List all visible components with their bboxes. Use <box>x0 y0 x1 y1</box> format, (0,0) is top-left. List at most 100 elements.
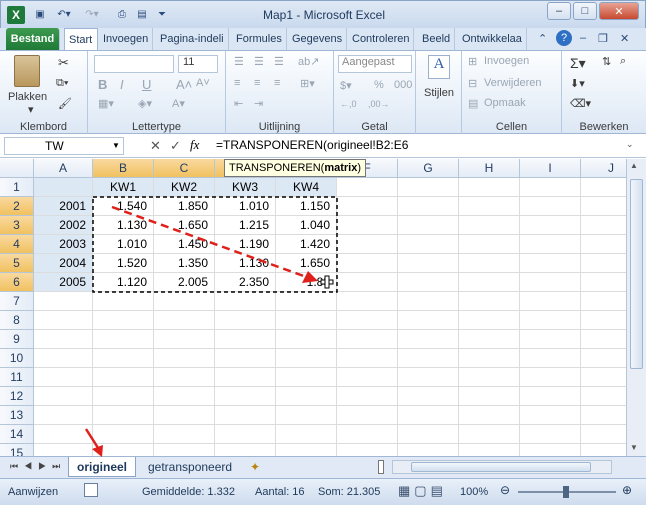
percent-button[interactable]: % <box>374 79 384 91</box>
maximize-button[interactable]: □ <box>573 2 597 20</box>
formula-input[interactable]: =TRANSPONEREN(origineel!B2:E6 <box>216 138 408 152</box>
expand-formula-icon[interactable]: ⌄ <box>626 139 634 150</box>
collapse-ribbon-icon[interactable]: ⌃ <box>538 32 547 45</box>
grow-font-icon[interactable]: A˄ <box>176 77 192 92</box>
align-left-icon[interactable]: ≡ <box>234 77 240 89</box>
merge-center-icon[interactable]: ⊞▾ <box>300 77 315 90</box>
close-button[interactable]: ✕ <box>599 2 639 20</box>
decrease-decimal-icon[interactable]: ,00→ <box>368 99 390 109</box>
vertical-scrollbar[interactable]: ▲ ▼ <box>626 159 646 456</box>
worksheet-grid[interactable]: ABCDEFGHIJ1KW1KW2KW3KW4220011.5401.8501.… <box>0 159 626 456</box>
zoom-level[interactable]: 100% <box>460 486 488 498</box>
tab-formulas[interactable]: Formules <box>232 28 287 50</box>
zoom-out-icon[interactable]: ⊖ <box>500 483 510 497</box>
styles-button[interactable]: Stijlen <box>424 87 454 99</box>
font-name-combobox[interactable] <box>94 55 174 73</box>
align-center-icon[interactable]: ≡ <box>254 77 260 89</box>
name-box[interactable]: TW <box>4 137 124 155</box>
scroll-down-icon[interactable]: ▼ <box>630 443 638 452</box>
tab-review[interactable]: Controleren <box>348 28 415 50</box>
fill-color-icon[interactable]: ◈▾ <box>138 97 152 110</box>
tab-start[interactable]: Start <box>64 28 98 50</box>
number-format-combobox[interactable]: Aangepast <box>338 55 412 73</box>
shrink-font-icon[interactable]: A˅ <box>196 77 210 89</box>
tab-page-layout[interactable]: Pagina-indeli <box>156 28 229 50</box>
italic-button[interactable]: I <box>120 77 124 92</box>
title-bar: X ▣ ↶▾ ↷▾ ⎙ ▤ ⏷ Map1 - Microsoft Excel –… <box>0 0 646 28</box>
align-right-icon[interactable]: ≡ <box>274 77 280 89</box>
autosum-icon[interactable]: Σ▾ <box>570 55 586 72</box>
paste-icon[interactable] <box>14 55 40 87</box>
group-clipboard: Plakken ▾ ✂ ⧉▾ 🖌 Klembord <box>0 51 88 135</box>
font-size-combobox[interactable]: 11 <box>178 55 218 73</box>
editing-group-label: Bewerken <box>579 121 629 133</box>
ribbon: Plakken ▾ ✂ ⧉▾ 🖌 Klembord 11 B I U A˄ A˅… <box>0 50 646 135</box>
sheet-nav-icon[interactable]: ⏮◀▶⏭ <box>10 461 66 472</box>
group-styles: A Stijlen <box>416 51 462 135</box>
increase-indent-icon[interactable]: ⇥ <box>254 97 263 110</box>
annotation-arrow <box>111 205 313 281</box>
cut-icon[interactable]: ✂ <box>58 55 69 71</box>
insert-sheet-icon[interactable]: ✦ <box>250 460 260 474</box>
delete-cells-button[interactable]: Verwijderen <box>484 77 541 89</box>
horizontal-scroll-thumb[interactable] <box>411 462 591 472</box>
ribbon-tabs: Bestand Start Invoegen Pagina-indeli For… <box>0 28 646 50</box>
tab-file[interactable]: Bestand <box>6 28 60 50</box>
status-average: Gemiddelde: 1.332 <box>142 486 235 498</box>
number-group-label: Getal <box>361 121 388 133</box>
group-cells: ⊞ Invoegen ⊟ Verwijderen ▤ Opmaak Cellen <box>462 51 562 135</box>
font-color-icon[interactable]: A▾ <box>172 97 185 110</box>
group-editing: Σ▾ ⬇▾ ⌫▾ ⇅ ⌕ Bewerken <box>562 51 646 135</box>
underline-button[interactable]: U <box>142 77 151 92</box>
align-top-icon[interactable]: ☰ <box>234 55 244 68</box>
cells-group-label: Cellen <box>495 121 528 133</box>
function-tooltip: TRANSPONEREN(matrix) <box>224 159 367 177</box>
styles-icon[interactable]: A <box>428 55 450 79</box>
macro-record-icon[interactable] <box>84 483 98 497</box>
cancel-icon[interactable]: ✕ <box>150 138 161 154</box>
cell-cursor-icon <box>320 275 334 289</box>
horizontal-scrollbar[interactable] <box>392 460 612 474</box>
scroll-up-icon[interactable]: ▲ <box>630 161 638 170</box>
align-middle-icon[interactable]: ☰ <box>254 55 264 68</box>
bold-button[interactable]: B <box>98 77 107 92</box>
minimize-button[interactable]: – <box>547 2 571 20</box>
clear-icon[interactable]: ⌫▾ <box>570 97 591 110</box>
borders-icon[interactable]: ▦▾ <box>98 97 114 110</box>
restore-workbook-icon[interactable]: ❐ <box>598 32 608 45</box>
close-workbook-icon[interactable]: ✕ <box>620 32 629 45</box>
delete-cells-icon[interactable]: ⊟ <box>468 77 477 90</box>
sort-filter-icon[interactable]: ⇅ <box>602 55 611 68</box>
decrease-indent-icon[interactable]: ⇤ <box>234 97 243 110</box>
format-painter-icon[interactable]: 🖌 <box>58 97 72 110</box>
align-bottom-icon[interactable]: ☰ <box>274 55 284 68</box>
orientation-icon[interactable]: ab↗ <box>298 55 319 68</box>
thousands-button[interactable]: 000 <box>394 79 412 91</box>
fill-icon[interactable]: ⬇▾ <box>570 77 585 90</box>
view-buttons-icon[interactable]: ▦▢▤ <box>398 483 447 499</box>
tab-developer[interactable]: Ontwikkelaa <box>458 28 527 50</box>
enter-icon[interactable]: ✓ <box>170 138 181 154</box>
format-cells-icon[interactable]: ▤ <box>468 97 478 110</box>
vertical-scroll-thumb[interactable] <box>630 179 643 369</box>
name-box-dropdown-icon[interactable]: ▼ <box>112 141 120 150</box>
sheet-tab-getransponeerd[interactable]: getransponeerd <box>140 457 240 477</box>
tab-view[interactable]: Beeld <box>418 28 456 50</box>
increase-decimal-icon[interactable]: ←,0 <box>340 99 357 109</box>
help-icon[interactable]: ? <box>556 30 572 46</box>
zoom-slider-thumb[interactable] <box>563 486 569 498</box>
tab-data[interactable]: Gegevens <box>288 28 348 50</box>
paste-button[interactable]: Plakken <box>8 91 47 103</box>
insert-cells-icon[interactable]: ⊞ <box>468 55 477 68</box>
insert-function-button[interactable]: fx <box>190 137 199 153</box>
insert-cells-button[interactable]: Invoegen <box>484 55 529 67</box>
find-select-icon[interactable]: ⌕ <box>620 55 626 68</box>
currency-icon[interactable]: $▾ <box>340 79 352 92</box>
minimize-workbook-icon[interactable]: – <box>580 32 586 44</box>
tab-insert[interactable]: Invoegen <box>99 28 154 50</box>
formula-bar: TW ▼ ✕ ✓ fx =TRANSPONEREN(origineel!B2:E… <box>0 134 646 158</box>
tab-split-handle[interactable] <box>378 460 384 474</box>
format-cells-button[interactable]: Opmaak <box>484 97 526 109</box>
copy-icon[interactable]: ⧉▾ <box>56 77 68 90</box>
zoom-in-icon[interactable]: ⊕ <box>622 483 632 497</box>
